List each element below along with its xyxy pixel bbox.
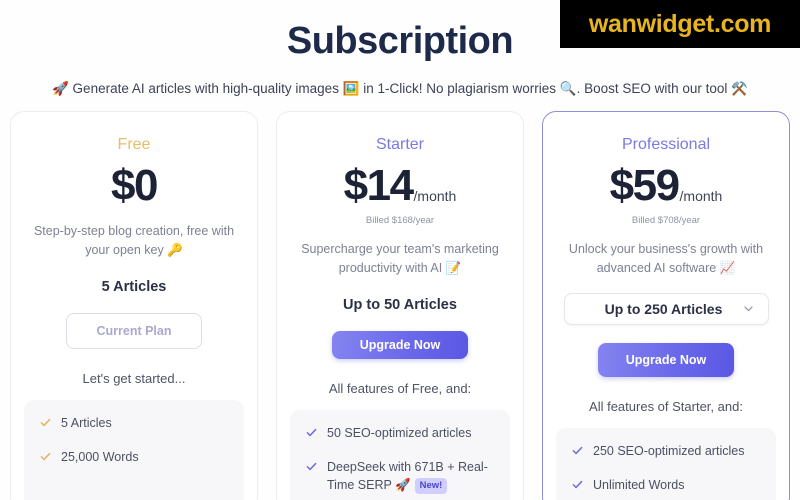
- check-icon: [40, 452, 51, 461]
- pricing-card-starter: Starter $14/month Billed $168/year Supercha…: [276, 111, 524, 500]
- feature-item: 50 SEO-optimized articles: [306, 424, 494, 442]
- feature-label: DeepSeek with 671B + Real-Time SERP 🚀 New…: [327, 458, 494, 494]
- check-icon: [40, 418, 51, 426]
- plan-description: Unlock your business's growth with advan…: [568, 242, 764, 276]
- feature-text: DeepSeek with 671B + Real-Time SERP 🚀: [327, 459, 488, 492]
- feature-text: 250 SEO-optimized articles: [593, 443, 745, 458]
- pricing-card-professional: Professional $59/month Billed $708/year Unl…: [542, 111, 790, 500]
- check-icon: [572, 480, 583, 489]
- billed-annually: Billed $168/year: [365, 215, 435, 226]
- features-heading: Let's get started...: [82, 370, 186, 386]
- feature-label: Unlimited Words: [593, 476, 760, 494]
- feature-text: 25,000 Words: [61, 449, 139, 464]
- feature-item: DeepSeek with 671B + Real-Time SERP 🚀 New…: [306, 458, 494, 494]
- watermark-overlay: wanwidget.com: [560, 0, 800, 48]
- feature-item: 25,000 Words: [40, 448, 228, 466]
- pricing-card-free: Free $0 Step-by-step blog creation, free w…: [10, 111, 258, 500]
- quota-select[interactable]: Up to 250 Articles: [563, 292, 769, 325]
- feature-text: 50 SEO-optimized articles: [327, 425, 472, 440]
- pricing-cards: Free $0 Step-by-step blog creation, free w…: [0, 111, 800, 500]
- upgrade-now-button[interactable]: Upgrade Now: [598, 342, 734, 377]
- plan-name: Free: [117, 136, 151, 153]
- page-subtitle: 🚀 Generate AI articles with high-quality…: [52, 81, 748, 96]
- plan-name: Starter: [375, 136, 424, 153]
- plan-quota: Up to 50 Articles: [343, 296, 457, 313]
- current-plan-button[interactable]: Current Plan: [66, 312, 202, 349]
- price-amount: $14: [343, 161, 414, 210]
- billed-annually: Billed $708/year: [631, 215, 701, 226]
- price-amount: $59: [609, 161, 680, 210]
- price-period: /month: [413, 188, 457, 204]
- check-icon: [306, 462, 317, 470]
- check-icon: [572, 446, 583, 454]
- plan-description: Supercharge your team's marketing produc…: [301, 242, 499, 276]
- feature-label: 5 Articles: [61, 414, 228, 432]
- feature-list: 5 Articles 25,000 Words: [24, 399, 244, 500]
- price-period: /month: [679, 188, 723, 204]
- plan-name: Professional: [621, 136, 711, 153]
- feature-item: Unlimited Words: [572, 476, 760, 494]
- feature-text: 5 Articles: [61, 415, 112, 430]
- plan-quota: 5 Articles: [101, 278, 167, 295]
- check-icon: [306, 428, 317, 436]
- feature-label: 25,000 Words: [61, 448, 228, 466]
- features-heading: All features of Free, and:: [328, 380, 472, 396]
- subscription-page: wanwidget.com Subscription 🚀 Generate AI…: [0, 0, 800, 500]
- features-heading: All features of Starter, and:: [589, 398, 743, 414]
- quota-select-value: Up to 250 Articles: [604, 300, 723, 317]
- feature-label: 250 SEO-optimized articles: [593, 442, 760, 460]
- feature-item: 250 SEO-optimized articles: [572, 442, 760, 460]
- feature-list: 250 SEO-optimized articles Unlimited Word…: [556, 427, 776, 500]
- feature-label: 50 SEO-optimized articles: [327, 424, 494, 442]
- feature-text: Unlimited Words: [593, 477, 685, 492]
- upgrade-now-button[interactable]: Upgrade Now: [332, 330, 468, 359]
- plan-price: $59/month: [610, 164, 723, 208]
- watermark-text: wanwidget.com: [588, 9, 772, 38]
- chevron-down-icon[interactable]: [743, 303, 754, 314]
- feature-list: 50 SEO-optimized articles DeepSeek with 6…: [290, 409, 510, 500]
- plan-price: $0: [111, 161, 158, 210]
- price-amount: $0: [111, 161, 158, 210]
- plan-price: $14/month: [344, 164, 457, 208]
- feature-item: 5 Articles: [40, 414, 228, 432]
- new-badge: New!: [414, 477, 448, 494]
- plan-description: Step-by-step blog creation, free with yo…: [33, 224, 235, 258]
